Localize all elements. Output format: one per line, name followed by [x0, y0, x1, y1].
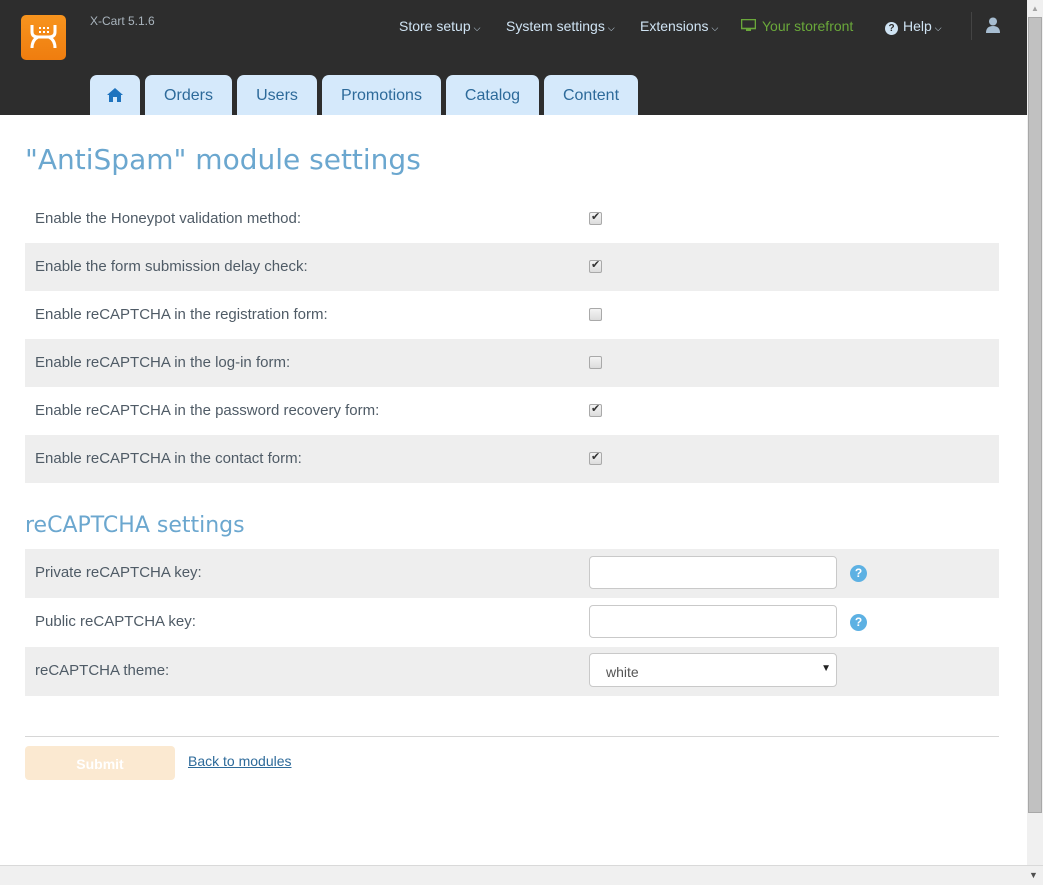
private-key-row: Private reCAPTCHA key: ? [25, 549, 999, 598]
check-icon: ✔ [591, 403, 601, 415]
dropdown-arrow-icon: ▼ [821, 663, 831, 674]
nav-help-label: Help [903, 18, 932, 34]
monitor-icon [740, 18, 757, 31]
setting-row-recaptcha-contact: Enable reCAPTCHA in the contact form: ✔ [25, 435, 999, 483]
setting-label: Enable reCAPTCHA in the registration for… [35, 306, 328, 323]
setting-label: Enable reCAPTCHA in the password recover… [35, 402, 380, 419]
nav-help[interactable]: ? Help ⌵ [885, 18, 942, 35]
page-title: "AntiSpam" module settings [25, 143, 421, 176]
nav-storefront-label: Your storefront [762, 18, 854, 34]
theme-row: reCAPTCHA theme: white ▼ [25, 647, 999, 696]
form-divider [25, 736, 999, 737]
setting-row-delay-check: Enable the form submission delay check: … [25, 243, 999, 291]
chevron-down-icon: ⌵ [934, 23, 942, 33]
private-key-input[interactable] [589, 556, 837, 589]
recaptcha-settings-list: Private reCAPTCHA key: ? Public reCAPTCH… [25, 549, 999, 696]
public-key-row: Public reCAPTCHA key: ? [25, 598, 999, 647]
cart-logo-icon [30, 25, 57, 49]
recaptcha-registration-checkbox[interactable] [589, 308, 602, 321]
scroll-up-arrow-icon[interactable]: ▲ [1031, 4, 1039, 13]
horizontal-scrollbar-track [0, 865, 1043, 885]
setting-row-recaptcha-login: Enable reCAPTCHA in the log-in form: [25, 339, 999, 387]
setting-label: Enable reCAPTCHA in the log-in form: [35, 354, 291, 371]
tab-promotions-label: Promotions [341, 87, 422, 104]
vertical-scrollbar[interactable]: ▲ [1027, 0, 1043, 865]
tab-orders-label: Orders [164, 87, 213, 104]
tab-content[interactable]: Content [544, 75, 638, 115]
tab-content-label: Content [562, 87, 620, 104]
x-cart-logo[interactable] [21, 15, 66, 60]
back-to-modules-link[interactable]: Back to modules [188, 753, 292, 769]
help-icon[interactable]: ? [850, 614, 867, 631]
help-icon[interactable]: ? [850, 565, 867, 582]
setting-label: Enable the Honeypot validation method: [35, 210, 302, 227]
theme-select-value: white [606, 664, 639, 680]
home-icon [107, 88, 123, 102]
scroll-down-arrow-icon[interactable]: ▼ [1029, 870, 1038, 880]
nav-system-settings[interactable]: System settings ⌵ [506, 18, 615, 34]
public-key-label: Public reCAPTCHA key: [35, 613, 196, 630]
setting-row-honeypot: Enable the Honeypot validation method: ✔ [25, 195, 999, 243]
tab-users-label: Users [256, 87, 298, 104]
nav-extensions-label: Extensions [640, 18, 709, 34]
nav-system-settings-label: System settings [506, 18, 605, 34]
theme-select[interactable]: white ▼ [589, 653, 837, 687]
setting-row-recaptcha-registration: Enable reCAPTCHA in the registration for… [25, 291, 999, 339]
delay-check-checkbox[interactable]: ✔ [589, 259, 602, 273]
recaptcha-password-recovery-checkbox[interactable]: ✔ [589, 403, 602, 417]
check-icon: ✔ [591, 259, 601, 271]
nav-store-setup-label: Store setup [399, 18, 471, 34]
version-label: X-Cart 5.1.6 [90, 14, 155, 28]
tab-catalog-label: Catalog [464, 87, 521, 104]
recaptcha-settings-title: reCAPTCHA settings [25, 513, 245, 538]
nav-store-setup[interactable]: Store setup ⌵ [399, 18, 480, 34]
setting-label: Enable the form submission delay check: [35, 258, 308, 275]
public-key-input[interactable] [589, 605, 837, 638]
check-icon: ✔ [591, 211, 601, 223]
chevron-down-icon: ⌵ [607, 23, 615, 33]
tab-promotions[interactable]: Promotions [322, 75, 441, 115]
help-circle-icon: ? [885, 22, 898, 35]
user-account-button[interactable] [985, 17, 1001, 38]
header-bar: X-Cart 5.1.6 Store setup ⌵ System setting… [0, 0, 1027, 115]
tab-users[interactable]: Users [237, 75, 317, 115]
honeypot-checkbox[interactable]: ✔ [589, 211, 602, 225]
user-icon [986, 17, 1000, 33]
antispam-settings-list: Enable the Honeypot validation method: ✔… [25, 195, 999, 483]
check-icon: ✔ [591, 451, 601, 463]
chevron-down-icon: ⌵ [473, 23, 481, 33]
theme-label: reCAPTCHA theme: [35, 662, 170, 679]
private-key-label: Private reCAPTCHA key: [35, 564, 202, 581]
scrollbar-thumb[interactable] [1028, 17, 1042, 813]
tab-orders[interactable]: Orders [145, 75, 232, 115]
recaptcha-login-checkbox[interactable] [589, 356, 602, 369]
nav-your-storefront[interactable]: Your storefront [740, 18, 854, 34]
tab-catalog[interactable]: Catalog [446, 75, 539, 115]
recaptcha-contact-checkbox[interactable]: ✔ [589, 451, 602, 465]
nav-divider [971, 12, 972, 40]
submit-button[interactable]: Submit [25, 746, 175, 780]
nav-extensions[interactable]: Extensions ⌵ [640, 18, 718, 34]
chevron-down-icon: ⌵ [711, 23, 719, 33]
setting-label: Enable reCAPTCHA in the contact form: [35, 450, 302, 467]
tab-home[interactable] [90, 75, 140, 115]
setting-row-recaptcha-password-recovery: Enable reCAPTCHA in the password recover… [25, 387, 999, 435]
